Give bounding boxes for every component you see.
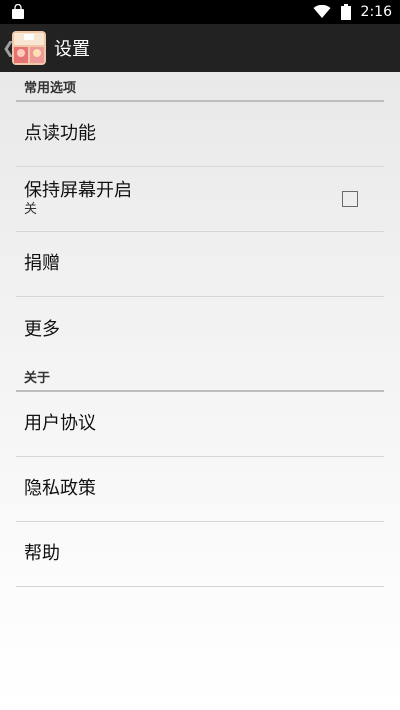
wifi-icon [313, 5, 331, 18]
pref-privacy-policy[interactable]: 隐私政策 [16, 457, 384, 522]
status-time: 2:16 [360, 4, 392, 20]
status-bar: 2:16 [0, 0, 400, 24]
pref-help[interactable]: 帮助 [16, 522, 384, 587]
pref-read-aloud[interactable]: 点读功能 [16, 102, 384, 167]
chevron-left-icon[interactable]: ❮ [2, 24, 15, 72]
pref-title: 捐赠 [24, 253, 60, 274]
preference-list: 常用选项 点读功能 保持屏幕开启 关 捐赠 更多 关于 用户协议 隐私政策 帮助 [16, 72, 384, 587]
pref-title: 帮助 [24, 543, 60, 564]
pref-title: 隐私政策 [24, 478, 96, 499]
status-right: 2:16 [313, 0, 392, 24]
pref-donate[interactable]: 捐赠 [16, 232, 384, 297]
app-logo-icon[interactable] [12, 31, 46, 65]
category-header-common: 常用选项 [16, 72, 384, 102]
pref-more[interactable]: 更多 [16, 297, 384, 362]
pref-keep-screen-on[interactable]: 保持屏幕开启 关 [16, 167, 384, 232]
category-header-about: 关于 [16, 362, 384, 392]
shopping-bag-icon [12, 4, 24, 19]
pref-summary: 关 [24, 202, 38, 217]
pref-user-agreement[interactable]: 用户协议 [16, 392, 384, 457]
battery-icon [340, 4, 351, 20]
pref-title: 点读功能 [24, 123, 96, 144]
action-bar: ❮ 设置 [0, 24, 400, 72]
pref-title: 保持屏幕开启 [24, 180, 132, 201]
pref-title: 用户协议 [24, 413, 96, 434]
pref-title: 更多 [24, 318, 60, 340]
page-title: 设置 [54, 39, 90, 60]
keep-screen-on-checkbox[interactable] [342, 191, 358, 207]
